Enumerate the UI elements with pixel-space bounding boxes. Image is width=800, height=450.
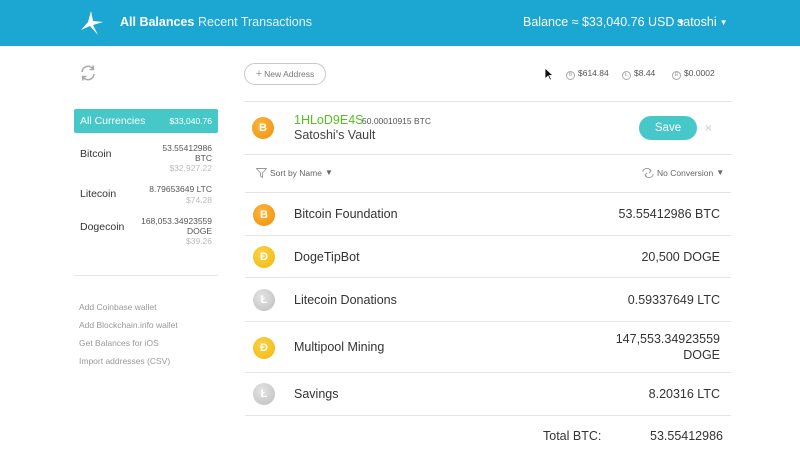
rate-ltc-value: $8.44 — [634, 68, 656, 78]
sidebar-item-label: Dogecoin — [80, 221, 125, 233]
dogecoin-icon: Ð — [253, 337, 275, 359]
address-amount: 0.59337649 LTC — [627, 293, 720, 307]
ltc-icon: Ł — [622, 71, 631, 80]
sidebar-item-unit: BTC — [195, 153, 212, 163]
litecoin-icon: Ł — [253, 289, 275, 311]
logo-icon[interactable] — [78, 9, 106, 37]
rate-btc: B $614.84 — [566, 68, 609, 80]
mouse-cursor-icon — [544, 67, 554, 81]
total-label: Total BTC: — [543, 429, 602, 443]
rate-doge-value: $0.0002 — [684, 68, 715, 78]
balance-dropdown[interactable]: Balance ≈ $33,040.76 USD ▼ — [523, 15, 685, 29]
total-value: 53.55412986 — [650, 429, 723, 443]
add-coinbase-link[interactable]: Add Coinbase wallet — [79, 302, 157, 312]
sidebar-item-label: All Currencies — [80, 115, 146, 127]
address-row[interactable]: Ł Savings 8.20316 LTC — [245, 373, 731, 416]
address-name: Savings — [294, 387, 339, 401]
chevron-down-icon: ▼ — [324, 168, 333, 177]
chevron-down-icon: ▼ — [716, 168, 725, 177]
username: satoshi — [677, 15, 717, 29]
sidebar-item-amount: 8.79653649 LTC — [149, 184, 212, 194]
address-amount: 20,500 DOGE — [641, 250, 720, 264]
sidebar-item-bitcoin[interactable]: Bitcoin 53.55412986 BTC $32,927.22 — [80, 143, 215, 173]
sort-label: Sort by Name — [270, 168, 322, 178]
filter-icon — [255, 168, 268, 179]
address-row[interactable]: Ð Multipool Mining 147,553.34923559 DOGE — [245, 322, 731, 373]
address-unit: DOGE — [683, 348, 720, 362]
conversion-dropdown[interactable]: No Conversion ▼ — [642, 168, 724, 178]
address-id[interactable]: 1HLoD9E4S — [294, 113, 364, 127]
new-address-button[interactable]: + New Address — [244, 63, 326, 85]
bitcoin-icon: B — [252, 117, 274, 139]
dogecoin-icon: Ð — [253, 246, 275, 268]
sidebar-item-usd: $74.28 — [186, 195, 212, 205]
address-amount: 147,553.34923559 — [615, 332, 720, 346]
address-name: Bitcoin Foundation — [294, 207, 398, 221]
refresh-icon[interactable] — [79, 64, 97, 82]
new-address-label: New Address — [264, 69, 315, 79]
nav-recent-transactions[interactable]: Recent Transactions — [198, 15, 312, 29]
sidebar-item-litecoin[interactable]: Litecoin 8.79653649 LTC $74.28 — [80, 183, 215, 207]
address-row[interactable]: B Bitcoin Foundation 53.55412986 BTC — [245, 193, 731, 236]
litecoin-icon: Ł — [253, 383, 275, 405]
balance-total: Balance ≈ $33,040.76 USD — [523, 15, 675, 29]
save-button[interactable]: Save — [639, 116, 697, 140]
rate-doge: Ð $0.0002 — [672, 68, 715, 80]
sidebar-item-amount: 53.55412986 — [162, 143, 212, 153]
close-icon[interactable]: × — [705, 121, 712, 135]
sidebar-item-label: Litecoin — [80, 188, 117, 200]
address-amount: 8.20316 LTC — [648, 387, 720, 401]
btc-icon: B — [566, 71, 575, 80]
sidebar-item-all-currencies[interactable]: All Currencies $33,040.76 — [74, 109, 218, 133]
top-nav-bar: All Balances Recent Transactions Balance… — [0, 0, 800, 46]
sidebar-item-dogecoin[interactable]: Dogecoin 168,053.34923559 DOGE $39.26 — [80, 216, 215, 246]
address-label-input[interactable]: Satoshi's Vault — [294, 128, 375, 142]
import-csv-link[interactable]: Import addresses (CSV) — [79, 356, 170, 366]
chevron-down-icon: ▼ — [719, 18, 728, 27]
sidebar-item-usd: $39.26 — [186, 236, 212, 246]
conversion-label: No Conversion — [657, 168, 714, 178]
nav-all-balances[interactable]: All Balances — [120, 15, 194, 29]
sort-dropdown[interactable]: Sort by Name ▼ — [255, 168, 333, 179]
sidebar-item-amount: 168,053.34923559 — [141, 216, 212, 226]
rate-ltc: Ł $8.44 — [622, 68, 655, 80]
rate-btc-value: $614.84 — [578, 68, 609, 78]
address-amount: 50.00010915 BTC — [362, 116, 431, 126]
address-row[interactable]: Ð DogeTipBot 20,500 DOGE — [245, 236, 731, 278]
divider — [245, 101, 731, 102]
address-name: Multipool Mining — [294, 340, 385, 354]
bitcoin-icon: B — [253, 204, 275, 226]
address-name: DogeTipBot — [294, 250, 360, 264]
sidebar-item-label: Bitcoin — [80, 148, 112, 160]
sidebar-item-value: $33,040.76 — [169, 116, 212, 126]
address-amount: 53.55412986 BTC — [618, 207, 720, 221]
add-blockchain-link[interactable]: Add Blockchain.info wallet — [79, 320, 178, 330]
conversion-icon — [642, 168, 654, 178]
doge-icon: Ð — [672, 71, 681, 80]
get-ios-link[interactable]: Get Balances for iOS — [79, 338, 159, 348]
user-menu[interactable]: satoshi ▼ — [677, 15, 728, 29]
plus-icon: + — [255, 68, 263, 80]
address-name: Litecoin Donations — [294, 293, 397, 307]
divider — [245, 154, 731, 155]
address-row[interactable]: Ł Litecoin Donations 0.59337649 LTC — [245, 278, 731, 322]
sidebar-divider — [74, 275, 218, 276]
sidebar-item-unit: DOGE — [186, 226, 212, 236]
sidebar-item-usd: $32,927.22 — [169, 163, 212, 173]
